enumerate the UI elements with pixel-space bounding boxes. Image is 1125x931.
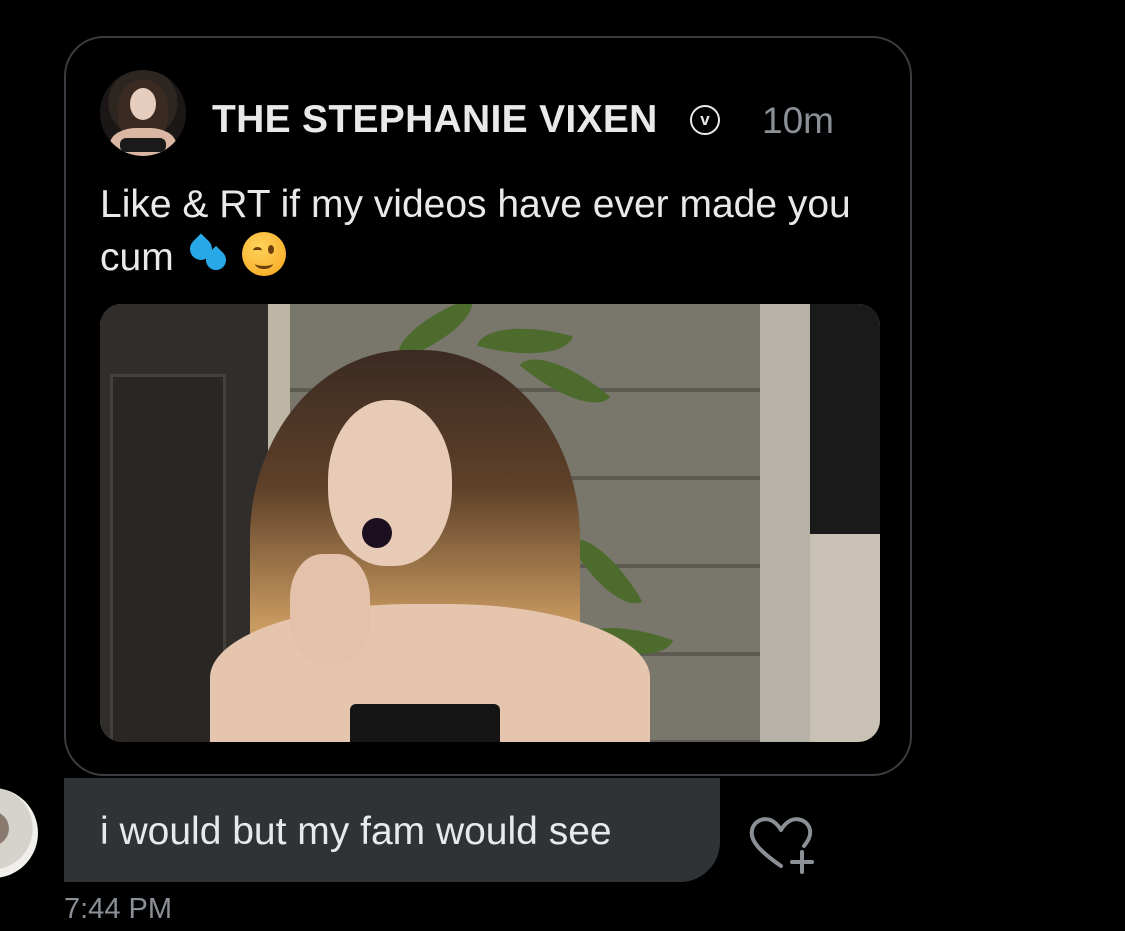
- winking-face-emoji-icon: [241, 232, 286, 276]
- tweet-text: Like & RT if my videos have ever made yo…: [100, 178, 890, 284]
- my-avatar[interactable]: [0, 788, 38, 878]
- tweet-media-image[interactable]: [100, 304, 880, 742]
- message-bubble[interactable]: i would but my fam would see: [64, 778, 720, 882]
- heart-plus-icon[interactable]: [746, 814, 816, 876]
- sweat-droplets-emoji-icon: [186, 232, 230, 276]
- tweet-relative-time: 10m: [762, 100, 834, 141]
- author-avatar[interactable]: [100, 70, 186, 156]
- author-name[interactable]: THE STEPHANIE VIXEN: [212, 98, 658, 142]
- message-text: i would but my fam would see: [100, 810, 612, 853]
- verified-badge-icon: v: [690, 105, 720, 135]
- message-sent-time: 7:44 PM: [64, 893, 172, 925]
